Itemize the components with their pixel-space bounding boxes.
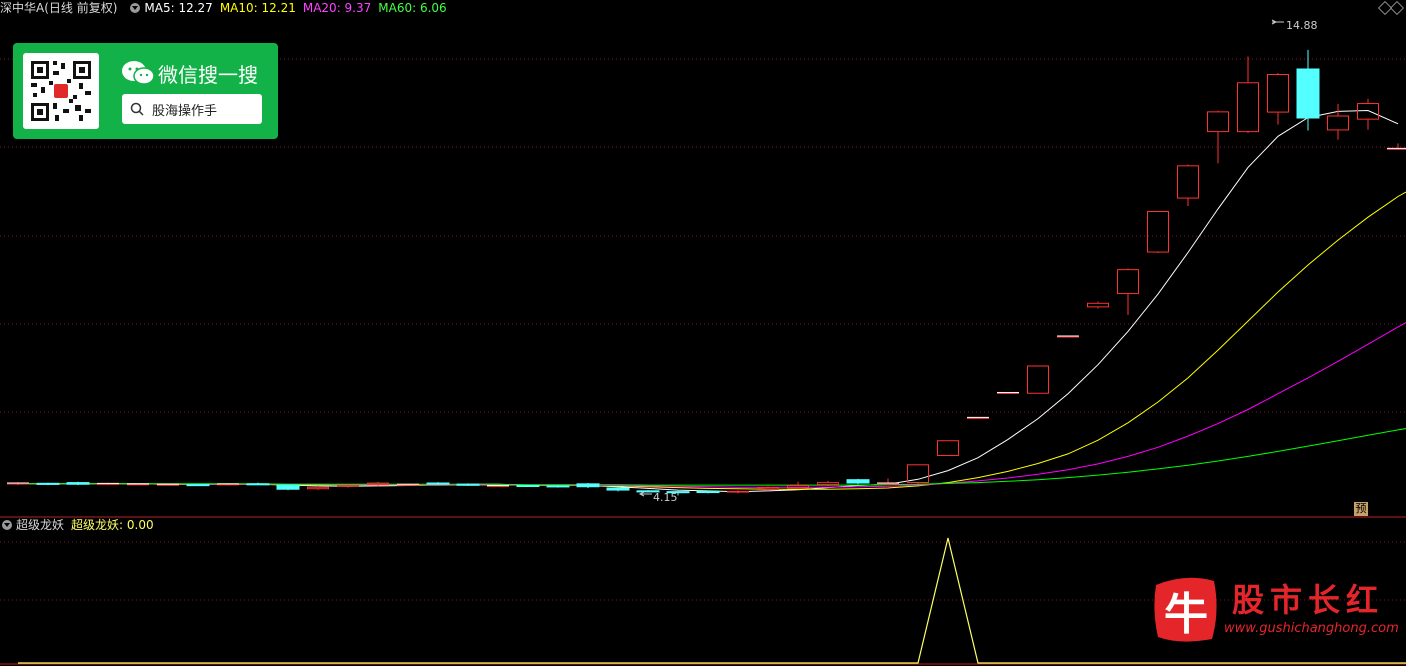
candle xyxy=(1267,73,1289,125)
candle xyxy=(66,481,90,486)
ma10-value: MA10: 12.21 xyxy=(219,1,296,15)
ma5-value: MA5: 12.27 xyxy=(144,1,213,15)
candle xyxy=(1117,268,1139,315)
candle xyxy=(127,483,149,486)
candle xyxy=(1057,335,1079,338)
candle xyxy=(606,487,630,492)
indicator-value: 超级龙妖: 0.00 xyxy=(71,518,154,532)
ma60-line xyxy=(18,428,1406,486)
candle xyxy=(937,440,959,457)
high-price-label: 14.88 xyxy=(1286,19,1318,32)
brand-site: www.gushichanghong.com xyxy=(1224,621,1399,636)
ma60-value: MA60: 6.06 xyxy=(378,1,447,15)
candle xyxy=(1147,211,1169,253)
candle xyxy=(1296,49,1320,131)
ma-toggle-icon[interactable] xyxy=(130,3,141,13)
candle xyxy=(1177,164,1199,207)
moving-average-lines xyxy=(18,109,1406,493)
ma10-line xyxy=(18,191,1406,490)
wechat-search-box[interactable]: 股海操作手 xyxy=(122,94,262,124)
candle xyxy=(997,391,1019,394)
candle xyxy=(696,490,720,494)
candle xyxy=(157,483,179,486)
candle xyxy=(246,482,270,486)
candle xyxy=(727,490,749,494)
brand-watermark: 牛 股市长红 www.gushichanghong.com xyxy=(1150,575,1406,645)
qr-code-icon xyxy=(23,53,99,129)
search-icon xyxy=(130,102,144,116)
candle xyxy=(397,483,419,486)
main-chart-header: 深中华A(日线 前复权) MA5: 12.27 MA10: 12.21 MA20… xyxy=(0,0,454,16)
preview-badge[interactable]: 预 xyxy=(1354,502,1368,516)
brand-name: 股市长红 xyxy=(1232,581,1385,619)
candle xyxy=(36,482,60,486)
candle xyxy=(1327,103,1349,140)
bull-logo-char: 牛 xyxy=(1164,589,1208,640)
candle xyxy=(846,478,870,485)
candle xyxy=(276,484,300,491)
ma20-value: MA20: 9.37 xyxy=(302,1,372,15)
wechat-logo-icon xyxy=(122,61,155,85)
low-price-label: 4.15 xyxy=(653,491,678,504)
high-annotation: 14.88 xyxy=(1271,19,1318,32)
wechat-search-banner[interactable]: 微信搜一搜 股海操作手 xyxy=(13,43,278,139)
candle xyxy=(1237,56,1259,133)
candle xyxy=(307,485,329,491)
candle xyxy=(546,485,570,488)
candle xyxy=(1027,365,1049,394)
candle xyxy=(576,483,600,488)
candle xyxy=(456,483,480,486)
candle xyxy=(787,481,809,490)
candle xyxy=(967,416,989,419)
wechat-search-title: 微信搜一搜 xyxy=(158,63,258,87)
candle xyxy=(217,483,239,486)
indicator-name[interactable]: 超级龙妖 xyxy=(16,517,64,533)
low-annotation: 4.15 xyxy=(638,491,678,504)
candle xyxy=(97,482,119,486)
candle xyxy=(7,482,29,486)
indicator-header: 超级龙妖 超级龙妖: 0.00 xyxy=(0,517,161,533)
candle xyxy=(1207,110,1229,164)
candle xyxy=(877,478,899,486)
ma20-line xyxy=(18,322,1406,488)
bull-logo-icon: 牛 xyxy=(1154,577,1217,642)
wechat-search-text: 股海操作手 xyxy=(152,104,218,119)
candle xyxy=(426,482,450,486)
candle xyxy=(1087,301,1109,309)
indicator-toggle-icon[interactable] xyxy=(2,520,12,530)
stock-name[interactable]: 深中华A(日线 前复权) xyxy=(0,0,117,16)
